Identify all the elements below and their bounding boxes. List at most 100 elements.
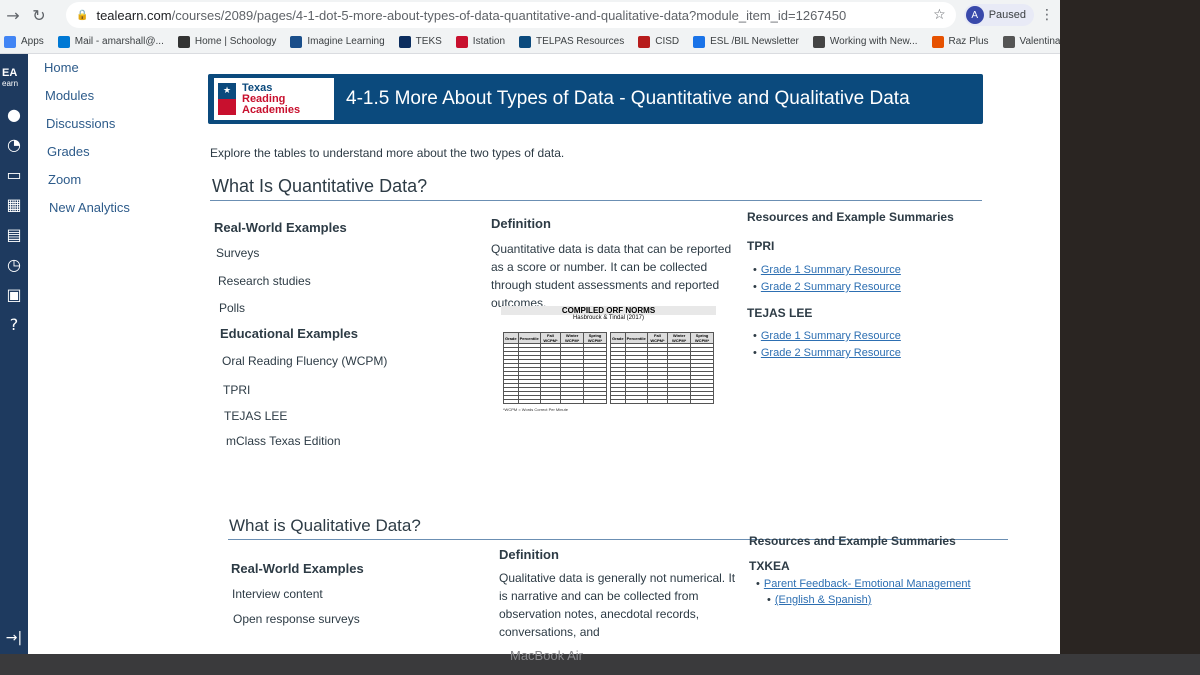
bookmark-label: Mail - amarshall@... [74,36,164,47]
grade-1-summary-link[interactable]: Grade 1 Summary Resource [753,264,901,276]
orf-header-cell: Fall WCPM* [646,332,669,344]
bookmark-item[interactable]: TELPAS Resources [519,35,624,48]
bookmark-label: Raz Plus [948,36,989,47]
texas-reading-academies-logo: ★ Texas Reading Academies [214,78,334,120]
group-name: TPRI [747,239,775,253]
bookmark-label: Apps [21,36,44,47]
page-banner: ★ Texas Reading Academies 4-1.5 More Abo… [208,74,983,124]
list-item: TEJAS LEE [224,409,288,423]
orf-header-cell: Spring WCPM* [690,332,714,344]
inbox-icon[interactable]: ▤ [0,219,28,249]
reload-icon[interactable]: ↻ [26,2,52,28]
bookmark-icon [519,35,532,48]
history-icon[interactable]: ◷ [0,249,28,279]
bookmark-item[interactable]: Home | Schoology [177,35,277,48]
profile-status: Paused [988,9,1026,21]
back-arrow-icon[interactable]: → [0,2,26,28]
bookmark-item[interactable]: Working with New... [812,35,918,48]
orf-header-cell: Grade [610,332,626,344]
bookmark-icon [290,35,303,48]
course-nav-discussions[interactable]: Discussions [28,110,178,138]
bookmark-item[interactable]: Istation [455,35,505,48]
parent-feedback-link-cont[interactable]: (English & Spanish) [767,594,872,606]
orf-table-right: Grade Percentile Fall WCPM* Winter WCPM* Spr… [610,332,714,404]
bookmark-label: ESL /BIL Newsletter [710,36,799,47]
list-item: Research studies [218,274,311,288]
orf-cell [690,399,714,404]
bookmark-icon [931,35,944,48]
bookmark-label: Home | Schoology [194,36,277,47]
parent-feedback-link[interactable]: Parent Feedback- Emotional Management [756,578,971,590]
definition-heading: Definition [499,547,559,562]
lock-icon: 🔒 [76,9,89,21]
course-navigation: Home Modules Discussions Grades Zoom New Anal… [28,54,178,654]
orf-cell [539,399,562,404]
profile-button[interactable]: A Paused [963,4,1034,26]
qualitative-heading: What is Qualitative Data? [229,516,421,535]
bookmark-label: Imagine Learning [307,36,385,47]
bookmark-item[interactable]: Valentina-ESL [1002,35,1060,48]
orf-footnote: *WCPM = Words Correct Per Minute [503,407,568,412]
orf-norms-image: COMPILED ORF NORMS Hasbrouck & Tindal (2… [501,306,716,486]
resources-heading: Resources and Example Summaries [749,534,956,548]
orf-table-left: Grade Percentile Fall WCPM* Winter WCPM* Spr… [503,332,607,404]
global-navigation: EA earn ● ◔ ▭ ▦ ▤ ◷ ▣ ? →| [0,54,28,654]
definition-heading: Definition [491,216,551,231]
intro-text: Explore the tables to understand more ab… [210,146,565,160]
course-nav-home[interactable]: Home [28,54,178,82]
bookmark-star-icon[interactable]: ☆ [933,7,946,23]
bookmark-icon [398,35,411,48]
menu-kebab-icon[interactable]: ⋮ [1040,7,1054,23]
bookmark-item[interactable]: ESL /BIL Newsletter [693,35,799,48]
course-nav-grades[interactable]: Grades [28,138,178,166]
bookmark-icon [638,35,651,48]
grade-2-summary-link[interactable]: Grade 2 Summary Resource [753,281,901,293]
orf-cell [503,399,519,404]
course-nav-modules[interactable]: Modules [28,82,178,110]
list-item: Oral Reading Fluency (WCPM) [222,354,388,368]
quantitative-heading: What Is Quantitative Data? [212,176,428,196]
bookmark-icon [4,35,16,48]
bookmark-item[interactable]: Mail - amarshall@... [57,35,164,48]
list-item: Interview content [232,587,323,601]
device-label: MacBook Air [510,648,583,663]
orf-cell [646,399,669,404]
bookmark-item[interactable]: Apps [4,35,44,48]
orf-cell [667,399,692,404]
courses-icon[interactable]: ▭ [0,159,28,189]
bookmark-item[interactable]: CISD [638,35,679,48]
educational-heading: Educational Examples [220,326,358,341]
bookmark-icon [812,35,825,48]
orf-header-cell: Percentile [517,332,541,344]
bookmark-item[interactable]: Imagine Learning [290,35,385,48]
collapse-nav-icon[interactable]: →| [0,630,28,646]
bookmark-item[interactable]: TEKS [398,35,442,48]
course-nav-zoom[interactable]: Zoom [28,166,178,194]
commons-icon[interactable]: ▣ [0,279,28,309]
list-item: TPRI [223,383,251,397]
bookmark-label: Working with New... [829,36,918,47]
address-bar[interactable]: 🔒 tealearn.com /courses/2089/pages/4-1-d… [66,2,956,28]
course-nav-new-analytics[interactable]: New Analytics [28,194,178,222]
page-title: 4-1.5 More About Types of Data - Quantit… [346,88,910,109]
orf-title: COMPILED ORF NORMS [501,306,716,315]
calendar-icon[interactable]: ▦ [0,189,28,219]
tealearn-logo[interactable]: EA earn [0,54,28,89]
bookmark-label: Valentina-ESL [1019,36,1060,47]
help-icon[interactable]: ? [0,309,28,339]
account-icon[interactable]: ● [0,99,28,129]
tra-logo-mark: ★ [218,83,236,115]
bookmark-icon [177,35,190,48]
star-icon: ★ [218,83,236,99]
bookmark-label: TEKS [415,36,442,47]
orf-header-cell: Grade [503,332,519,344]
grade-2-summary-link[interactable]: Grade 2 Summary Resource [753,347,901,359]
orf-cell [517,399,541,404]
grade-1-summary-link[interactable]: Grade 1 Summary Resource [753,330,901,342]
device-bezel-bottom [0,654,1200,675]
bookmark-icon [693,35,706,48]
list-item: Polls [219,301,246,315]
group-name: TEJAS LEE [747,306,813,320]
bookmark-item[interactable]: Raz Plus [931,35,989,48]
dashboard-icon[interactable]: ◔ [0,129,28,159]
